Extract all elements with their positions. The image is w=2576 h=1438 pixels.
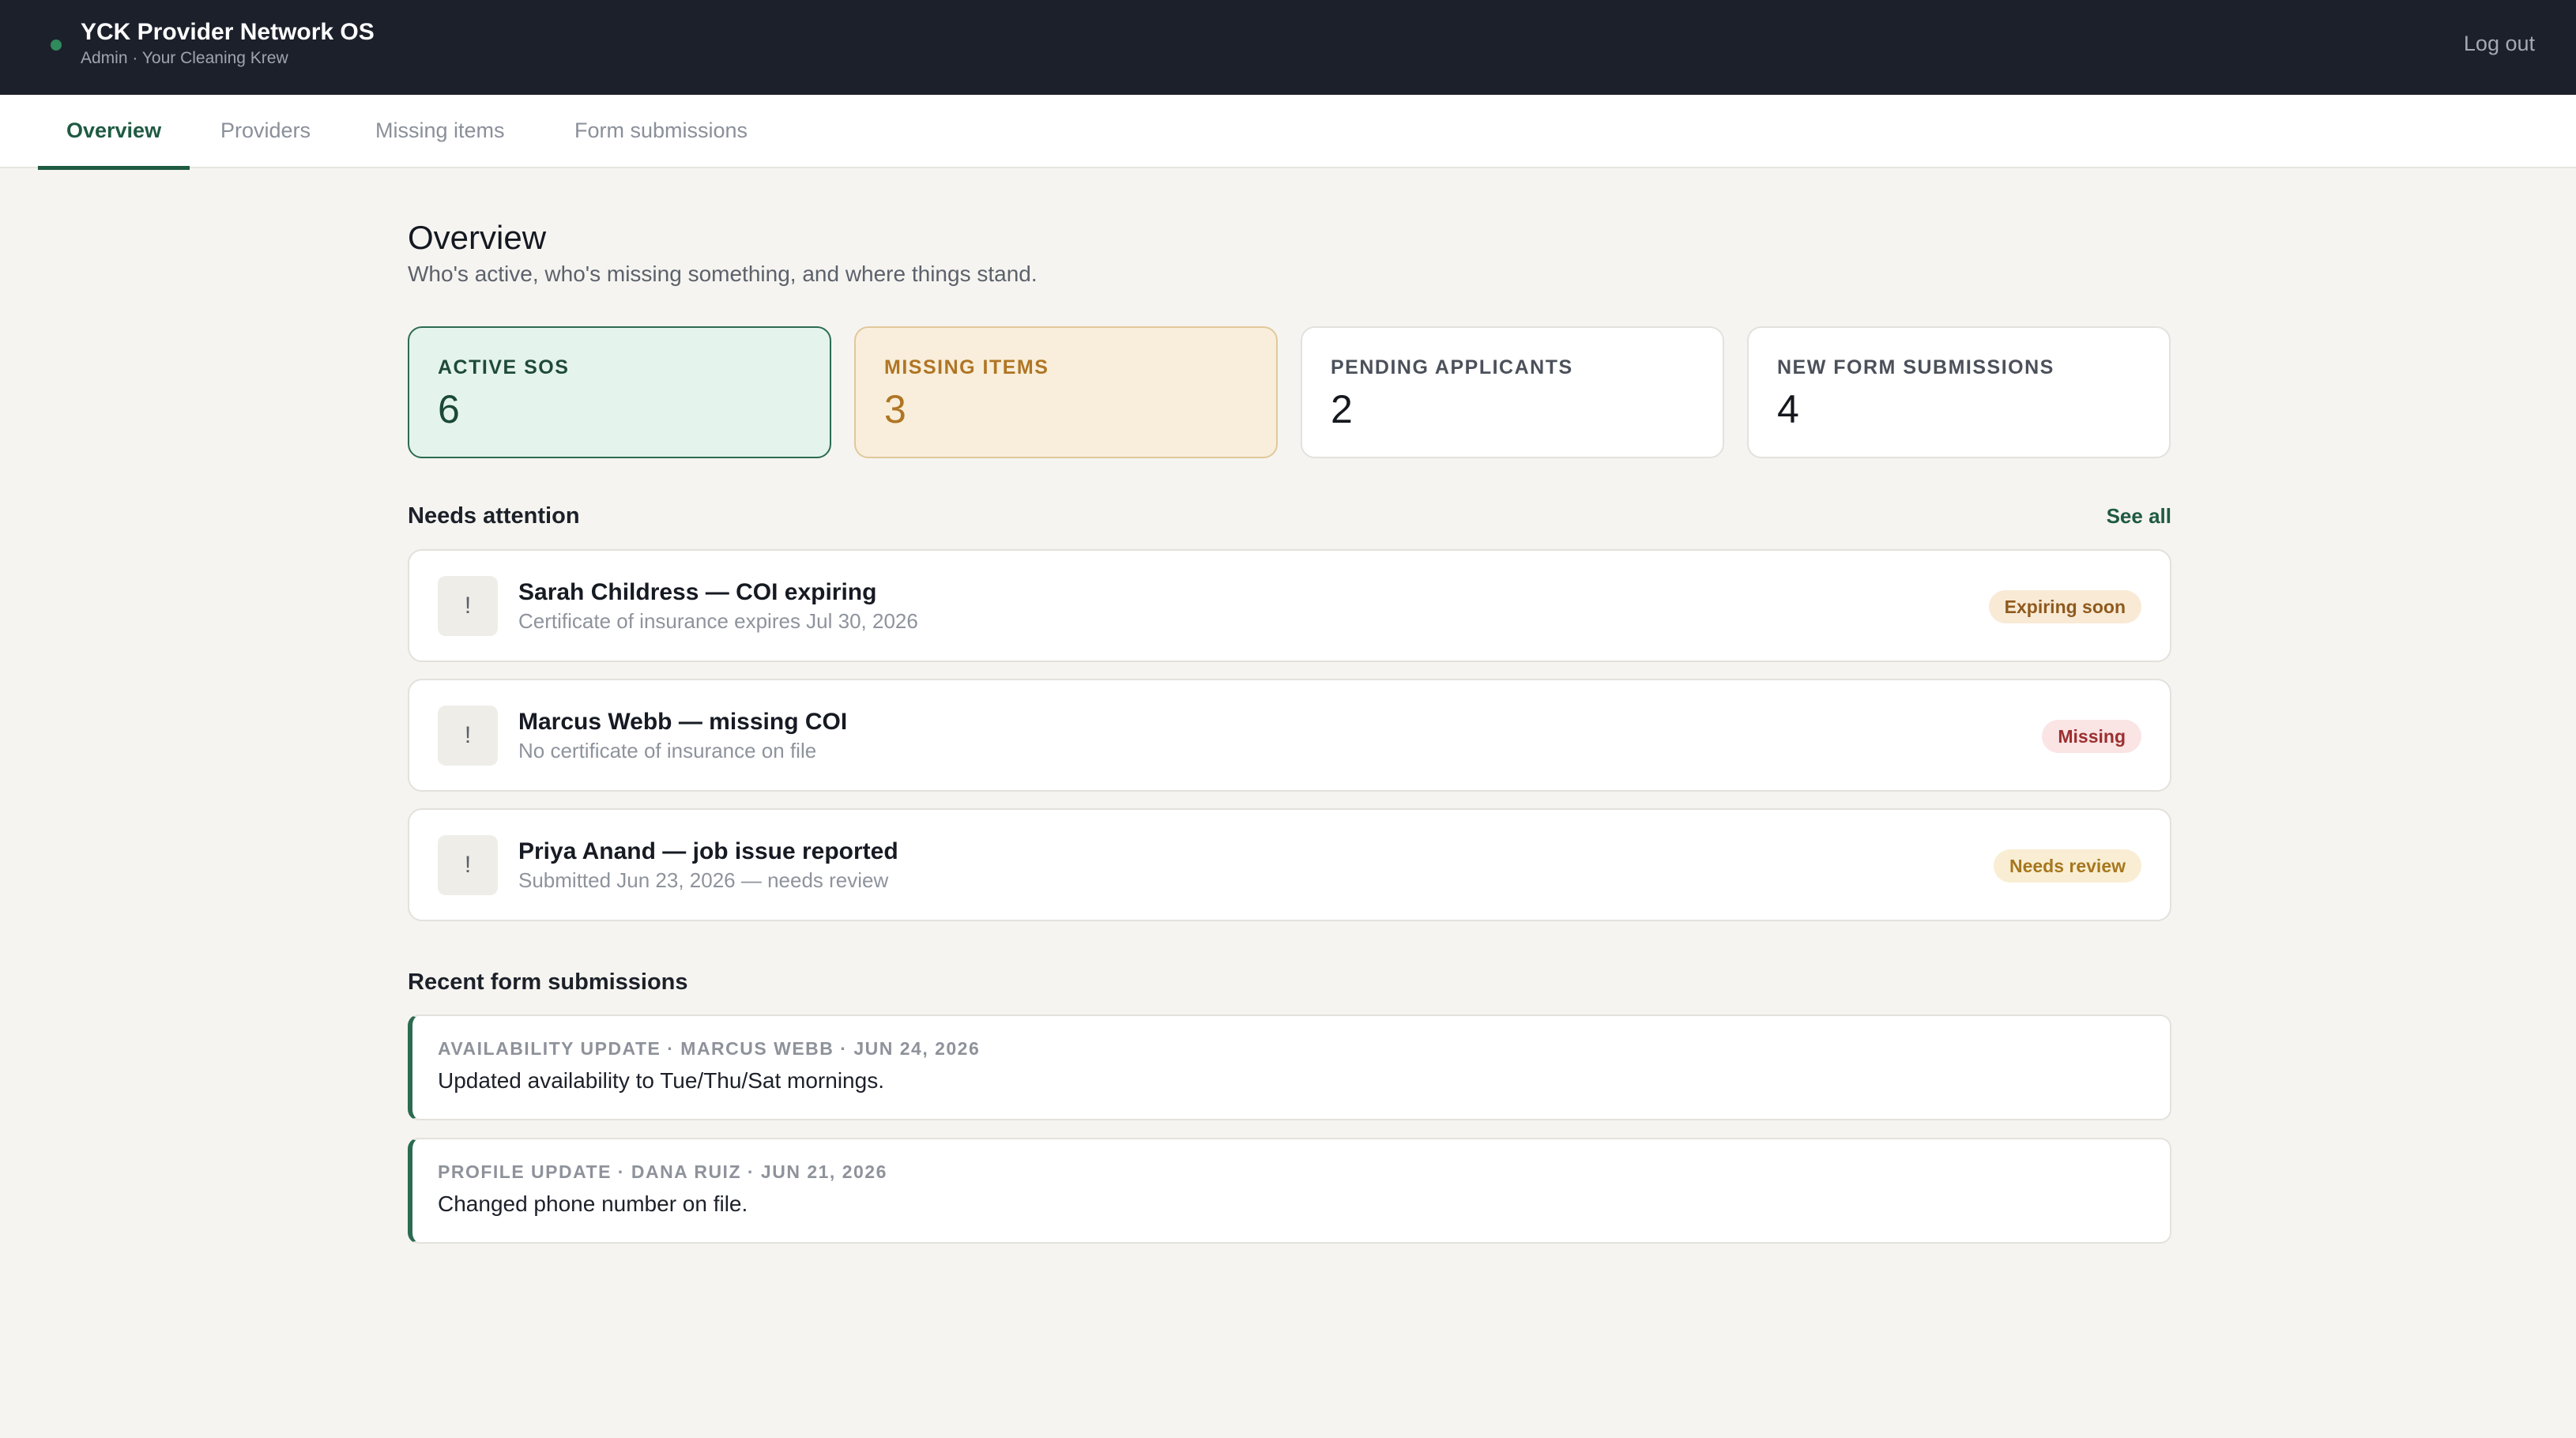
submission-meta: AVAILABILITY UPDATE · MARCUS WEBB · JUN … [438, 1038, 981, 1059]
submission-item[interactable]: AVAILABILITY UPDATE · MARCUS WEBB · JUN … [408, 1015, 2171, 1120]
stat-card-pending-applicants[interactable]: PENDING APPLICANTS 2 [1301, 326, 1724, 458]
attention-item-title: Priya Anand — job issue reported [518, 838, 898, 864]
tab-form-submissions[interactable]: Form submissions [546, 95, 776, 168]
tab-overview[interactable]: Overview [38, 95, 190, 170]
attention-item-title: Sarah Childress — COI expiring [518, 579, 877, 605]
stat-value: 3 [884, 387, 906, 431]
submission-item[interactable]: PROFILE UPDATE · DANA RUIZ · JUN 21, 202… [408, 1138, 2171, 1244]
status-badge: Needs review [1993, 849, 2141, 883]
stat-card-missing-items[interactable]: MISSING ITEMS 3 [854, 326, 1278, 458]
tab-bar: Overview Providers Missing items Form su… [0, 95, 2576, 170]
status-dot-icon [51, 40, 62, 51]
exclamation-icon: ! [438, 576, 498, 636]
attention-item[interactable]: ! Sarah Childress — COI expiring Certifi… [408, 549, 2171, 662]
page-description: Who's active, who's missing something, a… [408, 262, 1038, 286]
stat-label: ACTIVE SOS [438, 356, 570, 378]
app-subtitle: Admin · Your Cleaning Krew [81, 49, 288, 67]
stat-label: PENDING APPLICANTS [1331, 356, 1573, 378]
stat-label: NEW FORM SUBMISSIONS [1777, 356, 2054, 378]
attention-item-subtitle: Certificate of insurance expires Jul 30,… [518, 609, 918, 633]
stat-card-new-form-submissions[interactable]: NEW FORM SUBMISSIONS 4 [1747, 326, 2171, 458]
top-bar: YCK Provider Network OS Admin · Your Cle… [0, 0, 2576, 95]
stat-card-active-sos[interactable]: ACTIVE SOS 6 [408, 326, 831, 458]
tab-missing-items[interactable]: Missing items [347, 95, 533, 168]
page-title: Overview [408, 219, 547, 256]
needs-attention-title: Needs attention [408, 503, 580, 529]
see-all-link[interactable]: See all [2107, 504, 2171, 529]
attention-item-subtitle: No certificate of insurance on file [518, 739, 817, 762]
attention-item[interactable]: ! Priya Anand — job issue reported Submi… [408, 808, 2171, 921]
tab-providers[interactable]: Providers [192, 95, 339, 168]
status-badge: Missing [2042, 720, 2141, 753]
submission-text: Changed phone number on file. [438, 1191, 748, 1216]
attention-item[interactable]: ! Marcus Webb — missing COI No certifica… [408, 679, 2171, 792]
submission-text: Updated availability to Tue/Thu/Sat morn… [438, 1068, 884, 1093]
stat-value: 6 [438, 387, 460, 431]
stat-value: 2 [1331, 387, 1353, 431]
exclamation-icon: ! [438, 835, 498, 895]
app-title: YCK Provider Network OS [81, 19, 375, 45]
stat-value: 4 [1777, 387, 1799, 431]
attention-item-subtitle: Submitted Jun 23, 2026 — needs review [518, 868, 889, 892]
exclamation-icon: ! [438, 706, 498, 766]
logout-button[interactable]: Log out [2464, 32, 2535, 56]
recent-submissions-title: Recent form submissions [408, 969, 688, 995]
submission-meta: PROFILE UPDATE · DANA RUIZ · JUN 21, 202… [438, 1161, 887, 1182]
attention-item-title: Marcus Webb — missing COI [518, 709, 848, 735]
status-badge: Expiring soon [1988, 590, 2141, 623]
stat-label: MISSING ITEMS [884, 356, 1049, 378]
